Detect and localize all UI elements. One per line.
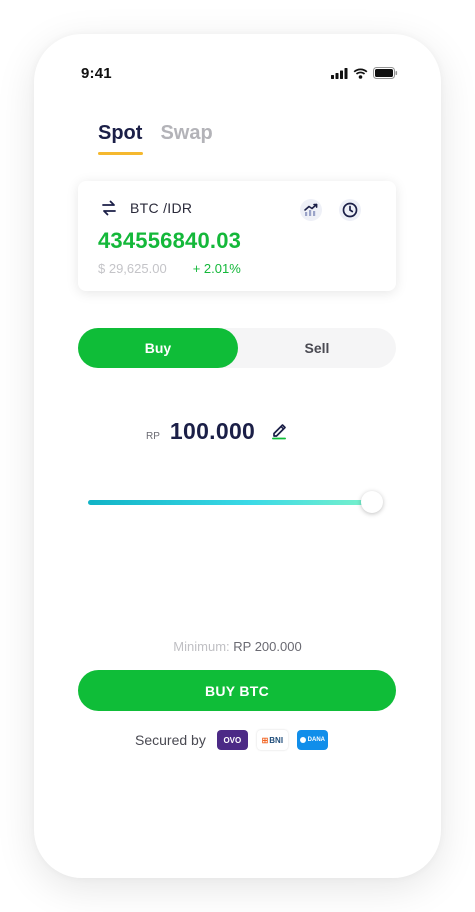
amount-slider[interactable] xyxy=(88,491,388,515)
slider-track[interactable] xyxy=(88,500,382,505)
tab-spot-label: Spot xyxy=(98,122,143,144)
price-change: + 2.01% xyxy=(192,261,241,276)
amount-value: 100.000 xyxy=(169,418,256,444)
pencil-icon[interactable] xyxy=(270,420,288,440)
btc-price: 434556840.03 xyxy=(98,228,242,253)
amount-currency: RP xyxy=(146,431,160,442)
secured-by-row: Secured by OVO ⊞ BNI DANA xyxy=(135,730,328,750)
tab-swap[interactable]: Swap xyxy=(160,122,212,155)
bni-logo-text: BNI xyxy=(269,735,284,745)
swap-arrows-icon[interactable] xyxy=(100,199,118,217)
status-bar: 9:41 xyxy=(34,34,441,114)
dana-logo-text: DANA xyxy=(307,737,325,743)
slider-thumb[interactable] xyxy=(361,491,383,513)
ticker-card: BTC /IDR 434556840.03 $ 29,625.00 + 2.01… xyxy=(78,181,396,291)
buy-btc-button[interactable]: BUY BTC xyxy=(78,670,396,711)
amount-display: RP 100.000 xyxy=(146,418,255,445)
buy-toggle-button[interactable]: Buy xyxy=(78,328,238,368)
cellular-signal-icon xyxy=(331,67,348,79)
status-time: 9:41 xyxy=(81,65,112,82)
battery-icon xyxy=(373,67,398,79)
market-tabs: Spot Swap xyxy=(98,122,213,155)
secured-by-label: Secured by xyxy=(135,732,206,748)
minimum-amount: Minimum: RP 200.000 xyxy=(34,639,441,654)
clock-icon[interactable] xyxy=(339,199,361,221)
bni-logo: ⊞ BNI xyxy=(256,730,288,750)
active-tab-indicator xyxy=(98,152,143,155)
minimum-value: RP 200.000 xyxy=(233,639,302,654)
wifi-icon xyxy=(353,68,368,79)
pair-selector[interactable]: BTC /IDR xyxy=(100,199,192,217)
pair-label: BTC /IDR xyxy=(130,200,193,216)
phone-frame: 9:41 Spot Swap BTC /IDR 434556840.03 $ 2… xyxy=(34,34,441,878)
trend-chart-icon[interactable] xyxy=(300,199,322,221)
minimum-label: Minimum: xyxy=(173,639,230,654)
tab-swap-label: Swap xyxy=(160,122,213,144)
ovo-logo-text: OVO xyxy=(223,735,242,745)
tab-spot[interactable]: Spot xyxy=(98,122,143,155)
buy-sell-toggle: Buy Sell xyxy=(78,328,396,368)
dana-logo: DANA xyxy=(296,730,328,750)
status-icons xyxy=(331,67,398,79)
sell-toggle-button[interactable]: Sell xyxy=(238,328,396,368)
usd-price: $ 29,625.00 xyxy=(98,261,167,276)
ovo-logo: OVO xyxy=(216,730,248,750)
price-details: $ 29,625.00 + 2.01% xyxy=(98,261,241,276)
